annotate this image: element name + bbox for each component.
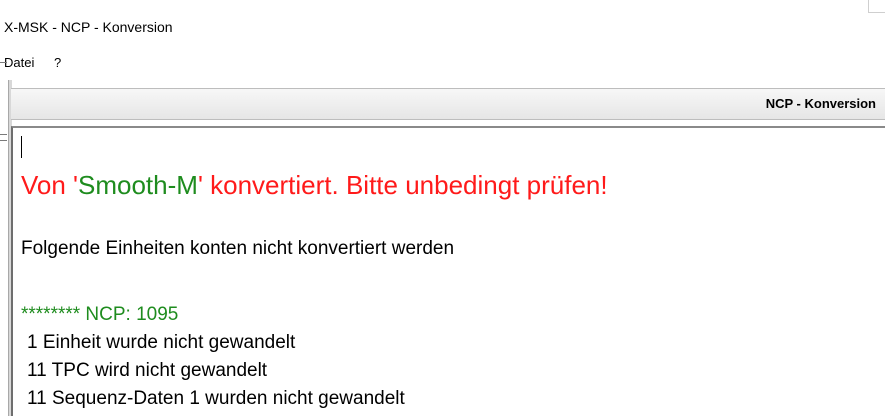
unconverted-units-heading: Folgende Einheiten konten nicht konverti… — [21, 238, 455, 259]
panel-title: NCP - Konversion — [765, 96, 876, 111]
text-cursor — [21, 136, 22, 158]
headline-prefix: Von ' — [21, 170, 79, 200]
frame-marker — [0, 140, 7, 141]
panel-header: NCP - Konversion — [11, 88, 885, 120]
headline-warning: ' konvertiert. Bitte unbedingt prüfen! — [197, 170, 608, 200]
conversion-headline: Von 'Smooth-M' konvertiert. Bitte unbedi… — [21, 170, 608, 201]
log-item: 1 Einheit wurde nicht gewandelt — [27, 332, 296, 353]
ncp-number: ******** NCP: 1095 — [21, 304, 179, 325]
window-edge — [868, 0, 885, 13]
log-item: 11 TPC wird nicht gewandelt — [27, 360, 268, 381]
window-title: X-MSK - NCP - Konversion — [4, 19, 173, 35]
menu-bar: Datei ? — [0, 52, 885, 76]
frame-marker — [0, 62, 7, 63]
frame-marker — [0, 134, 7, 135]
conversion-log[interactable]: Von 'Smooth-M' konvertiert. Bitte unbedi… — [11, 126, 885, 416]
headline-source: Smooth-M — [78, 170, 198, 200]
menu-datei[interactable]: Datei — [4, 55, 34, 70]
log-item: 11 Sequenz-Daten 1 wurden nicht gewandel… — [27, 388, 405, 409]
menu-help[interactable]: ? — [54, 55, 61, 70]
title-bar: X-MSK - NCP - Konversion — [0, 0, 885, 52]
